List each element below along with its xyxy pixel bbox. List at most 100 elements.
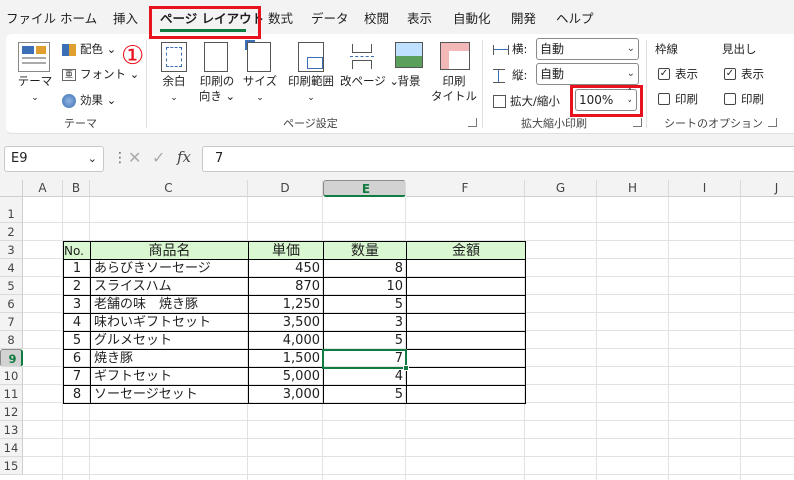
cell-price[interactable]: 4,000 [248,331,324,350]
cell-price[interactable]: 450 [248,259,324,278]
gridlines-view-checkbox[interactable]: ✓ 表示 [658,65,698,83]
cell-amount[interactable] [406,385,526,404]
themes-button[interactable]: テーマ ⌄ [12,74,58,106]
cell-qty[interactable]: 5 [323,385,407,404]
tab-automate[interactable]: 自動化 [453,10,491,28]
cell-product[interactable]: ソーセージセット [90,385,249,404]
cell-qty[interactable]: 5 [323,295,407,314]
cell-no[interactable]: 3 [63,295,91,314]
width-select[interactable]: 自動 ⌄ [536,38,639,60]
orientation-button[interactable]: 印刷の 向き ⌄ [196,74,238,104]
row-header[interactable]: 1 [0,205,23,223]
cell-product[interactable]: グルメセット [90,331,249,350]
insert-function-icon[interactable]: fx [177,148,191,166]
cell-no[interactable]: 5 [63,331,91,350]
tab-review[interactable]: 校閲 [364,10,389,28]
row-header[interactable]: 2 [0,223,23,241]
print-area-button[interactable]: 印刷範囲 ⌄ [284,74,338,106]
formula-input[interactable]: 7 [202,146,794,172]
column-header[interactable]: E [323,180,406,197]
row-header[interactable]: 11 [0,385,23,403]
tab-formulas[interactable]: 数式 [268,10,293,28]
height-select[interactable]: 自動 ⌄ [536,63,639,85]
row-header[interactable]: 7 [0,313,23,331]
cell-no[interactable]: 4 [63,313,91,332]
column-header[interactable]: A [23,180,63,197]
cell-product[interactable]: スライスハム [90,277,249,296]
cell-no[interactable]: 1 [63,259,91,278]
cell-product[interactable]: 老舗の味 焼き豚 [90,295,249,314]
header-qty[interactable]: 数量 [323,241,407,260]
header-no[interactable]: No. [63,241,91,260]
scale-launcher-icon[interactable] [633,118,642,127]
row-header[interactable]: 8 [0,331,23,349]
cell-qty[interactable]: 8 [323,259,407,278]
enter-icon[interactable]: ✓ [152,148,165,167]
column-header[interactable]: H [597,180,669,197]
tab-home[interactable]: ホーム [60,10,97,28]
row-header[interactable]: 13 [0,421,23,439]
cell-product[interactable]: 焼き豚 [90,349,249,368]
tab-insert[interactable]: 挿入 [113,10,138,28]
cell-price[interactable]: 870 [248,277,324,296]
breaks-button[interactable]: 改ページ ⌄ [340,74,399,89]
row-header[interactable]: 9 [0,349,23,367]
tab-developer[interactable]: 開発 [511,10,536,28]
column-header[interactable]: G [525,180,597,197]
chevron-down-icon[interactable]: ⌄ [88,147,97,171]
cell-product[interactable]: ギフトセット [90,367,249,386]
cell-amount[interactable] [406,277,526,296]
select-all-corner[interactable] [0,180,23,197]
background-button[interactable]: 背景 [392,74,426,89]
row-header[interactable]: 6 [0,295,23,313]
size-button[interactable]: サイズ ⌄ [242,74,278,106]
cell-qty[interactable]: 4 [323,367,407,386]
name-box[interactable]: E9 ⌄ [4,146,104,172]
tab-data[interactable]: データ [311,10,349,28]
print-titles-button[interactable]: 印刷 タイトル [430,74,478,104]
tab-view[interactable]: 表示 [407,10,432,28]
effects-button[interactable]: 効果 ⌄ [62,91,116,109]
sheet-options-launcher-icon[interactable] [768,118,777,127]
cell-no[interactable]: 6 [63,349,91,368]
column-header[interactable]: J [741,180,794,197]
page-setup-launcher-icon[interactable] [468,118,477,127]
header-price[interactable]: 単価 [248,241,324,260]
cell-price[interactable]: 1,250 [248,295,324,314]
cell-price[interactable]: 1,500 [248,349,324,368]
cell-amount[interactable] [406,331,526,350]
more-icon[interactable]: ⋮ [113,150,127,166]
margins-button[interactable]: 余白 ⌄ [156,74,192,106]
fill-handle[interactable] [403,365,409,371]
tab-file[interactable]: ファイル [6,10,56,28]
column-header[interactable]: I [669,180,741,197]
cell-price[interactable]: 3,000 [248,385,324,404]
header-amount[interactable]: 金額 [406,241,526,260]
column-header[interactable]: F [406,180,525,197]
cancel-icon[interactable]: ✕ [128,148,141,167]
cell-product[interactable]: 味わいギフトセット [90,313,249,332]
column-header[interactable]: D [248,180,323,197]
colors-button[interactable]: 配色 ⌄ [62,40,116,58]
cell-no[interactable]: 7 [63,367,91,386]
cell-qty[interactable]: 3 [323,313,407,332]
headings-view-checkbox[interactable]: ✓ 表示 [724,65,764,83]
column-header[interactable]: B [63,180,90,197]
cell-no[interactable]: 8 [63,385,91,404]
row-header[interactable]: 10 [0,367,23,385]
row-header[interactable]: 4 [0,259,23,277]
cell-product[interactable]: あらびきソーセージ [90,259,249,278]
row-header[interactable]: 12 [0,403,23,421]
cell-amount[interactable] [406,259,526,278]
row-header[interactable]: 5 [0,277,23,295]
cell-no[interactable]: 2 [63,277,91,296]
gridlines-print-checkbox[interactable]: 印刷 [658,90,698,108]
headings-print-checkbox[interactable]: 印刷 [724,90,764,108]
row-header[interactable]: 3 [0,241,23,259]
cell-amount[interactable] [406,295,526,314]
cell-qty[interactable]: 5 [323,331,407,350]
row-header[interactable]: 15 [0,457,23,475]
cell-price[interactable]: 5,000 [248,367,324,386]
cell-amount[interactable] [406,349,526,368]
cell-qty[interactable]: 10 [323,277,407,296]
